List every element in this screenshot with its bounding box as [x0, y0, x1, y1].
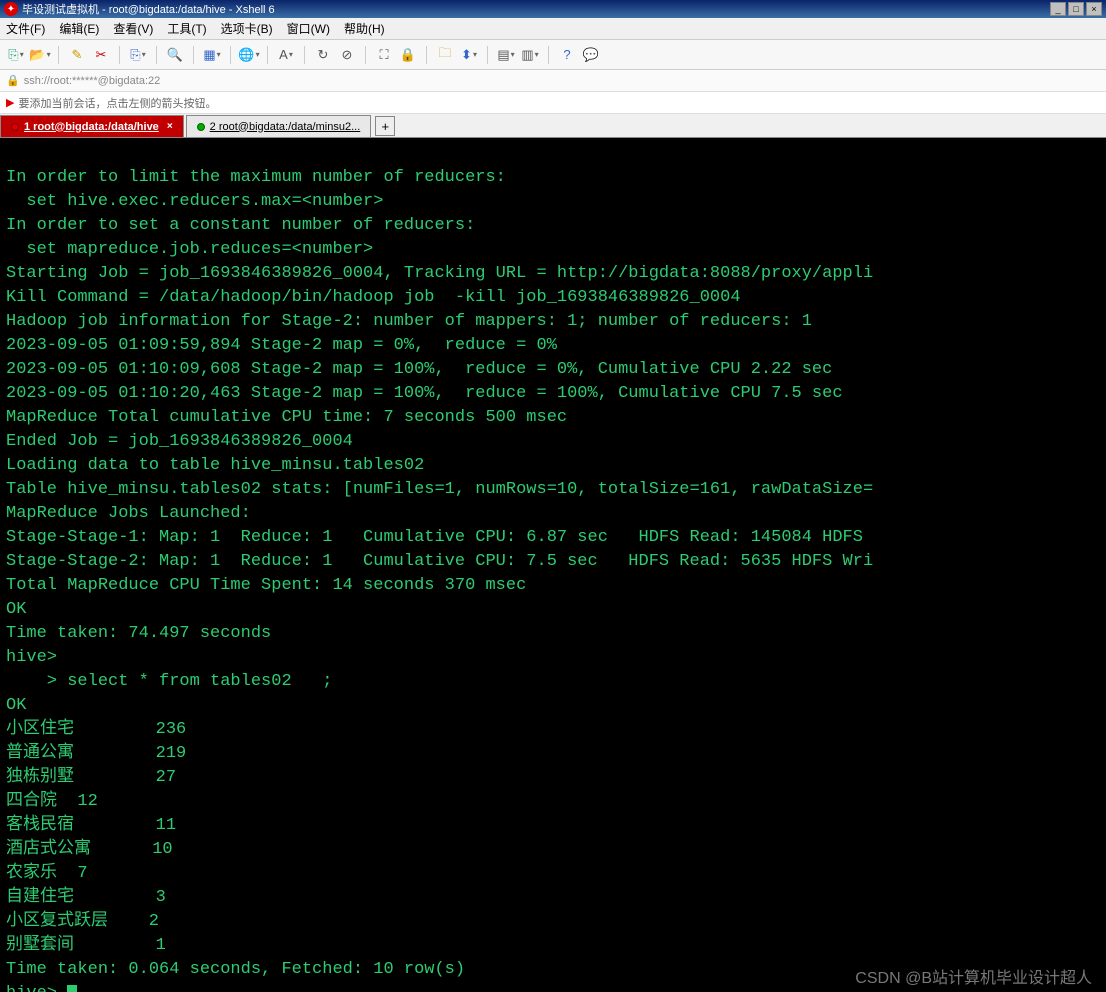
terminal-line: Total MapReduce CPU Time Spent: 14 secon…: [6, 574, 1100, 598]
separator: [119, 46, 120, 64]
terminal-line: Time taken: 74.497 seconds: [6, 622, 1100, 646]
separator: [304, 46, 305, 64]
terminal-output[interactable]: In order to limit the maximum number of …: [0, 138, 1106, 992]
tile-icon[interactable]: ▤: [496, 45, 516, 65]
reconnect-icon[interactable]: ✎: [67, 45, 87, 65]
terminal-line: > select * from tables02 ;: [6, 670, 1100, 694]
disconnect-icon[interactable]: ✂: [91, 45, 111, 65]
terminal-line: 别墅套间 1: [6, 934, 1100, 958]
terminal-line: 2023-09-05 01:10:20,463 Stage-2 map = 10…: [6, 382, 1100, 406]
xftp-icon[interactable]: ⬍: [459, 45, 479, 65]
open-icon[interactable]: 📂: [30, 45, 50, 65]
properties-icon[interactable]: ▦: [202, 45, 222, 65]
search-icon[interactable]: 🔍: [165, 45, 185, 65]
terminal-line: 小区复式跃层 2: [6, 910, 1100, 934]
separator: [156, 46, 157, 64]
tab-close-icon[interactable]: ×: [167, 121, 173, 132]
new-session-icon[interactable]: ⎘: [6, 45, 26, 65]
close-button[interactable]: ×: [1086, 2, 1102, 16]
status-dot-icon: [11, 123, 19, 131]
help-icon[interactable]: ?: [557, 45, 577, 65]
menubar: 文件(F) 编辑(E) 查看(V) 工具(T) 选项卡(B) 窗口(W) 帮助(…: [0, 18, 1106, 40]
tab-label: 2 root@bigdata:/data/minsu2...: [210, 121, 361, 133]
addressbar: 🔒 ssh://root:******@bigdata:22: [0, 70, 1106, 92]
terminal-line: 2023-09-05 01:10:09,608 Stage-2 map = 10…: [6, 358, 1100, 382]
separator: [58, 46, 59, 64]
terminal-line: 小区住宅 236: [6, 718, 1100, 742]
terminal-line: 独栋别墅 27: [6, 766, 1100, 790]
stop-icon[interactable]: ⊘: [337, 45, 357, 65]
window-title: 毕设测试虚拟机 - root@bigdata:/data/hive - Xshe…: [22, 1, 275, 17]
terminal-line: 四合院 12: [6, 790, 1100, 814]
terminal-line: 2023-09-05 01:09:59,894 Stage-2 map = 0%…: [6, 334, 1100, 358]
terminal-line: hive>: [6, 982, 1100, 992]
tab-label: 1 root@bigdata:/data/hive: [24, 121, 159, 133]
menu-edit[interactable]: 编辑(E): [59, 20, 99, 37]
tabbar: 1 root@bigdata:/data/hive × 2 root@bigda…: [0, 114, 1106, 138]
folder-icon[interactable]: 🗀: [435, 45, 455, 65]
separator: [193, 46, 194, 64]
minimize-button[interactable]: _: [1050, 2, 1066, 16]
lock-icon[interactable]: 🔒: [398, 45, 418, 65]
app-icon: ✦: [4, 2, 18, 16]
tip-text: 要添加当前会话，点击左侧的箭头按钮。: [18, 95, 216, 111]
terminal-line: MapReduce Jobs Launched:: [6, 502, 1100, 526]
cursor: [67, 985, 77, 992]
menu-tabs[interactable]: 选项卡(B): [221, 20, 273, 37]
font-icon[interactable]: A: [276, 45, 296, 65]
tab-add-button[interactable]: +: [375, 116, 395, 136]
status-dot-icon: [197, 123, 205, 131]
terminal-line: Hadoop job information for Stage-2: numb…: [6, 310, 1100, 334]
terminal-line: 自建住宅 3: [6, 886, 1100, 910]
terminal-line: Starting Job = job_1693846389826_0004, T…: [6, 262, 1100, 286]
terminal-line: OK: [6, 598, 1100, 622]
plus-icon: +: [381, 119, 389, 134]
separator: [267, 46, 268, 64]
menu-view[interactable]: 查看(V): [113, 20, 153, 37]
copy-icon[interactable]: ⎘: [128, 45, 148, 65]
terminal-line: 酒店式公寓 10: [6, 838, 1100, 862]
terminal-line: OK: [6, 694, 1100, 718]
lock-icon: 🔒: [6, 74, 20, 87]
refresh-icon[interactable]: ↻: [313, 45, 333, 65]
tab-session-1[interactable]: 1 root@bigdata:/data/hive ×: [0, 115, 184, 137]
terminal-line: Kill Command = /data/hadoop/bin/hadoop j…: [6, 286, 1100, 310]
chat-icon[interactable]: 💬: [581, 45, 601, 65]
menu-tools[interactable]: 工具(T): [167, 20, 206, 37]
tab-session-2[interactable]: 2 root@bigdata:/data/minsu2...: [186, 115, 372, 137]
terminal-line: Table hive_minsu.tables02 stats: [numFil…: [6, 478, 1100, 502]
address-text[interactable]: ssh://root:******@bigdata:22: [24, 75, 161, 87]
terminal-line: 普通公寓 219: [6, 742, 1100, 766]
terminal-line: 农家乐 7: [6, 862, 1100, 886]
terminal-line: set mapreduce.job.reduces=<number>: [6, 238, 1100, 262]
terminal-line: Stage-Stage-2: Map: 1 Reduce: 1 Cumulati…: [6, 550, 1100, 574]
flag-icon: ▶: [6, 96, 14, 109]
menu-window[interactable]: 窗口(W): [287, 20, 330, 37]
terminal-line: hive>: [6, 646, 1100, 670]
terminal-line: Ended Job = job_1693846389826_0004: [6, 430, 1100, 454]
separator: [365, 46, 366, 64]
terminal-line: In order to limit the maximum number of …: [6, 166, 1100, 190]
separator: [426, 46, 427, 64]
terminal-line: 客栈民宿 11: [6, 814, 1100, 838]
separator: [230, 46, 231, 64]
terminal-line: Stage-Stage-1: Map: 1 Reduce: 1 Cumulati…: [6, 526, 1100, 550]
toolbar: ⎘ 📂 ✎ ✂ ⎘ 🔍 ▦ 🌐 A ↻ ⊘ ⛶ 🔒 🗀 ⬍ ▤ ▥ ? 💬: [0, 40, 1106, 70]
globe-icon[interactable]: 🌐: [239, 45, 259, 65]
terminal-line: In order to set a constant number of red…: [6, 214, 1100, 238]
terminal-line: set hive.exec.reducers.max=<number>: [6, 190, 1100, 214]
tipbar: ▶ 要添加当前会话，点击左侧的箭头按钮。: [0, 92, 1106, 114]
titlebar: ✦ 毕设测试虚拟机 - root@bigdata:/data/hive - Xs…: [0, 0, 1106, 18]
separator: [487, 46, 488, 64]
fullscreen-icon[interactable]: ⛶: [374, 45, 394, 65]
terminal-line: Time taken: 0.064 seconds, Fetched: 10 r…: [6, 958, 1100, 982]
cascade-icon[interactable]: ▥: [520, 45, 540, 65]
terminal-line: Loading data to table hive_minsu.tables0…: [6, 454, 1100, 478]
separator: [548, 46, 549, 64]
maximize-button[interactable]: □: [1068, 2, 1084, 16]
menu-help[interactable]: 帮助(H): [344, 20, 385, 37]
menu-file[interactable]: 文件(F): [6, 20, 45, 37]
terminal-line: MapReduce Total cumulative CPU time: 7 s…: [6, 406, 1100, 430]
